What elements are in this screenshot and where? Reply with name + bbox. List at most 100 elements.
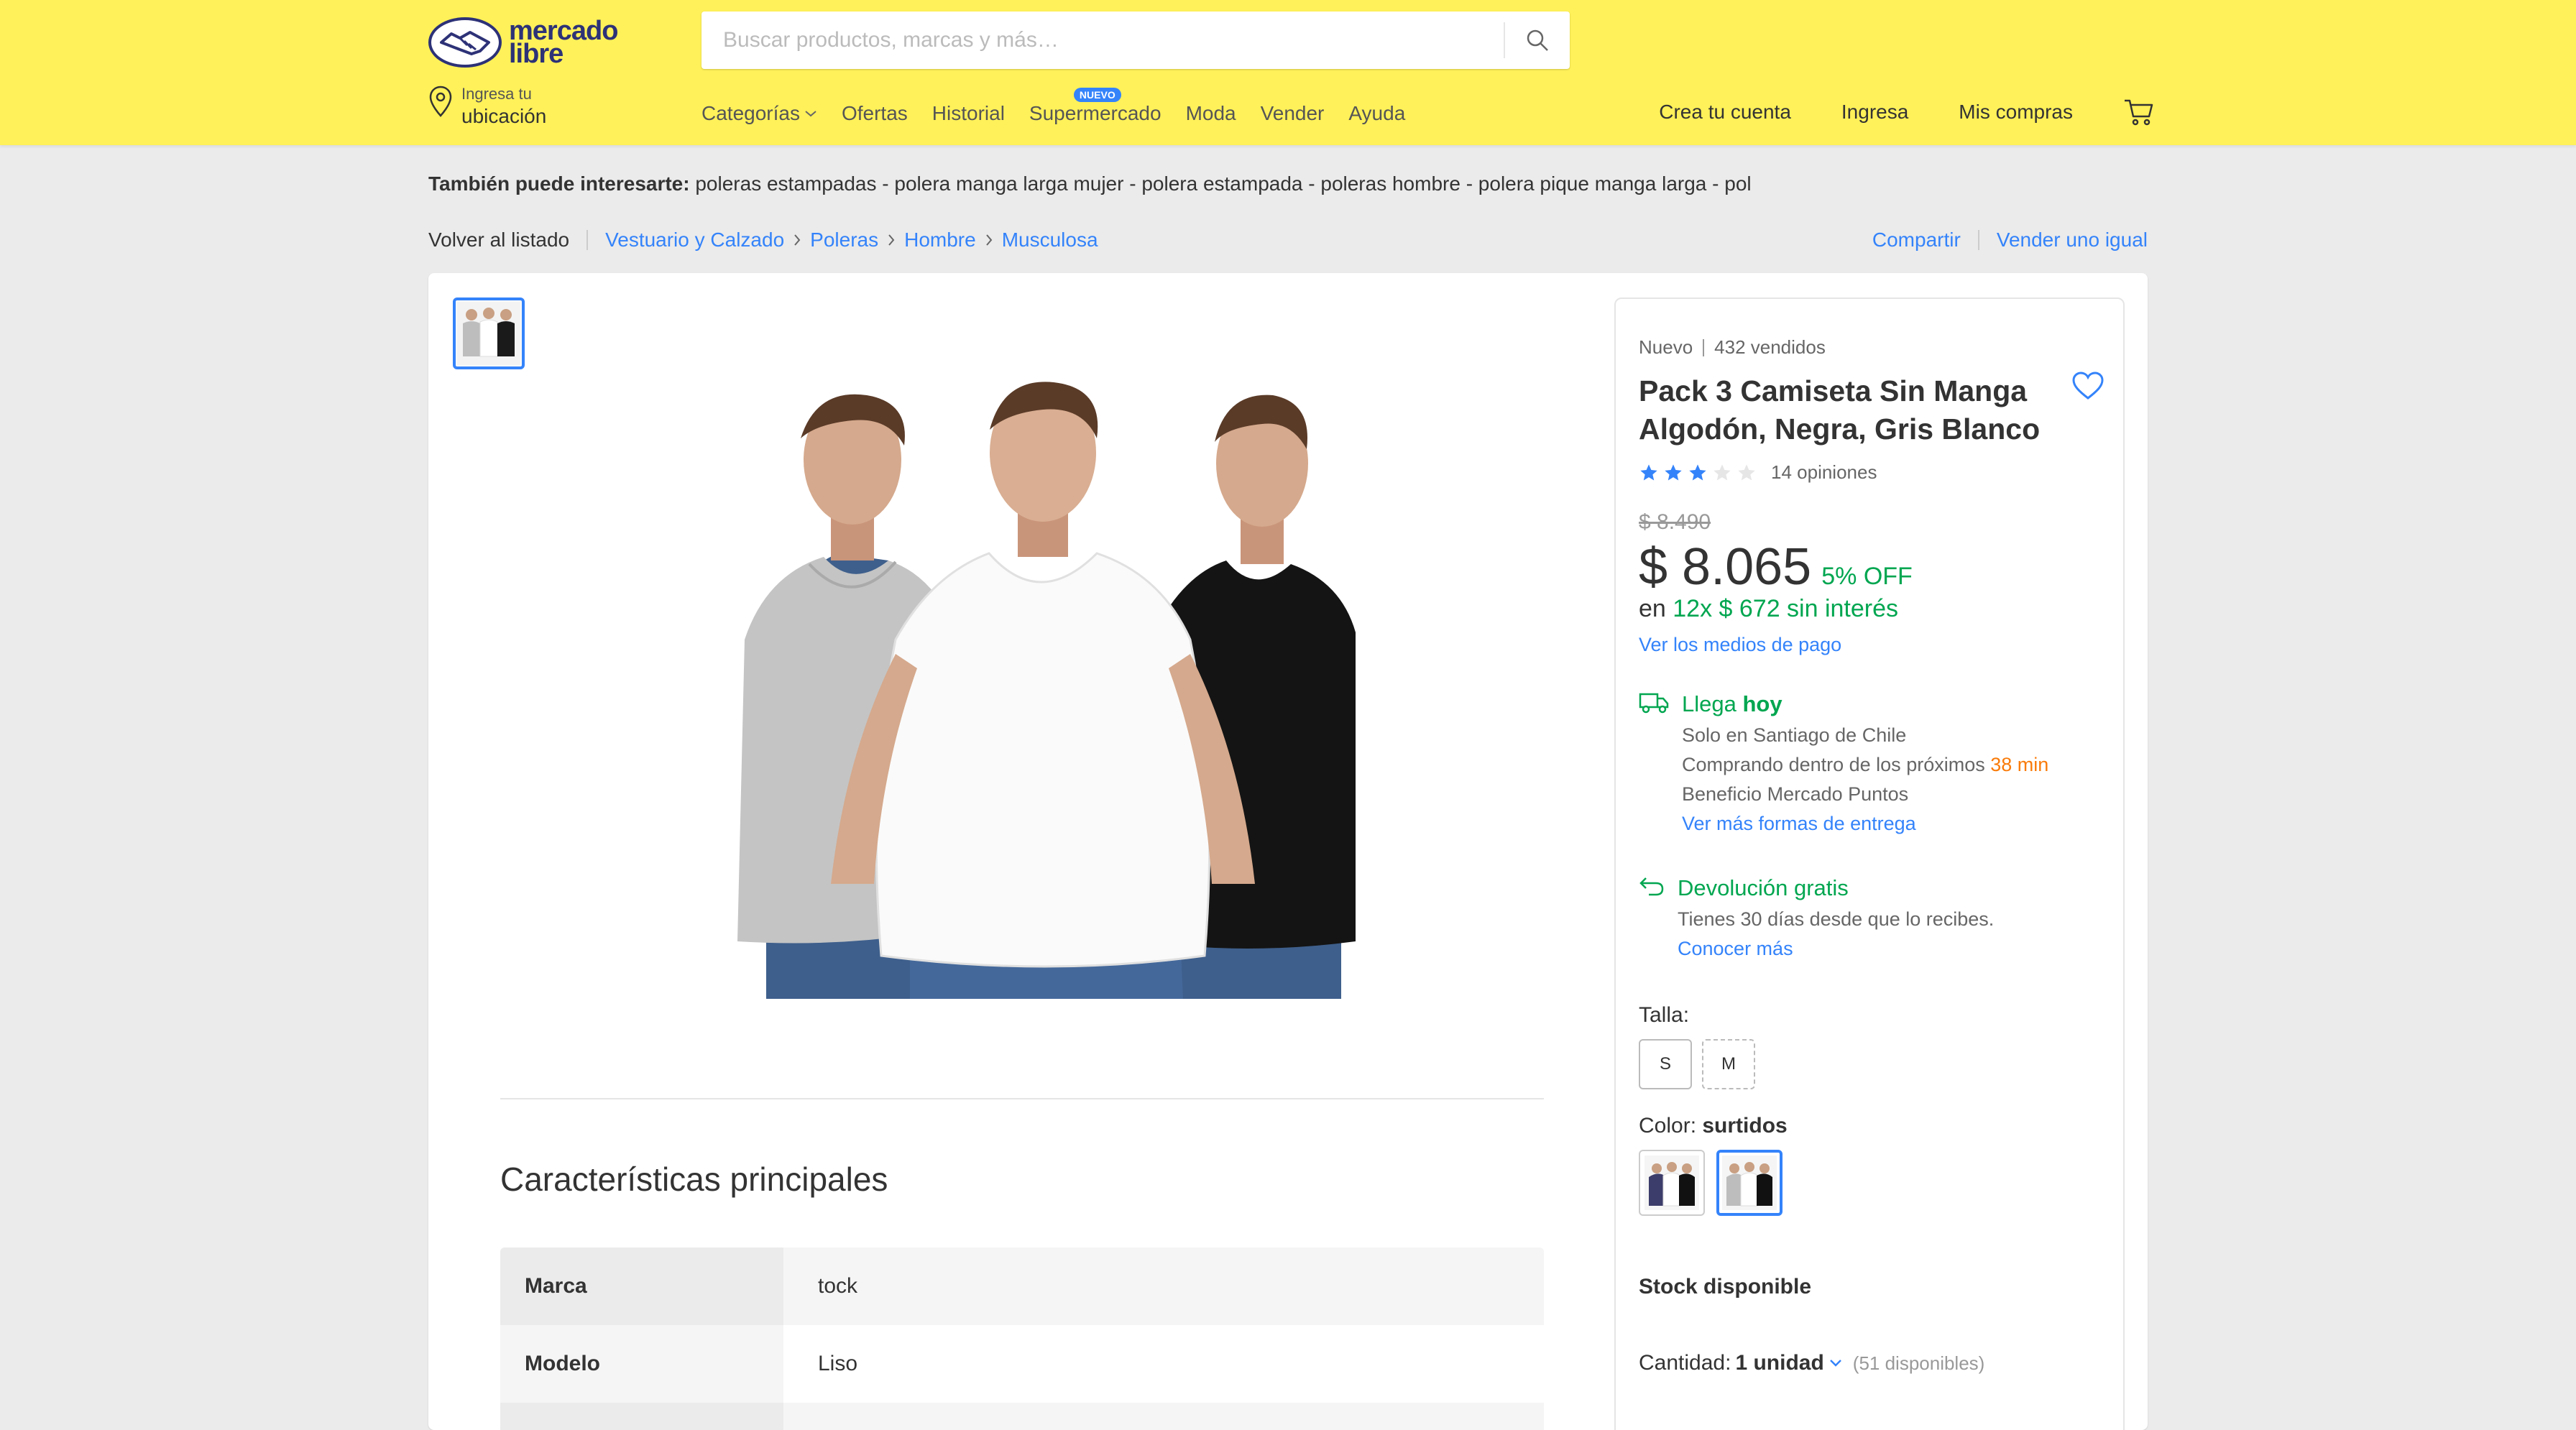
search-icon (1527, 29, 1548, 51)
breadcrumb-item[interactable]: Musculosa (1002, 229, 1098, 252)
color-value: surtidos (1702, 1114, 1788, 1138)
separator (1703, 338, 1705, 356)
more-delivery-options-link[interactable]: Ver más formas de entrega (1682, 813, 2048, 835)
quantity-label: Cantidad: (1639, 1351, 1731, 1375)
share-links: Compartir Vender uno igual (1872, 229, 2148, 252)
size-option-m[interactable]: M (1702, 1039, 1755, 1089)
star-filled-icon (1665, 463, 1682, 480)
nav-label: Vender (1260, 102, 1325, 124)
size-option-s[interactable]: S (1639, 1039, 1692, 1089)
my-purchases-link[interactable]: Mis compras (1959, 101, 2073, 124)
nav-label: Ayuda (1348, 102, 1406, 124)
color-label: Color: surtidos (1639, 1114, 1788, 1138)
star-empty-icon (1714, 463, 1731, 480)
returns-title: Devolución gratis (1678, 875, 1849, 900)
search-bar (702, 11, 1570, 69)
returns-learn-more-link[interactable]: Conocer más (1678, 938, 1994, 960)
product-condition: Nuevo 432 vendidos (1639, 336, 1826, 359)
create-account-link[interactable]: Crea tu cuenta (1659, 101, 1791, 124)
gallery-thumbnail[interactable] (453, 297, 525, 369)
chevron-right-icon (887, 234, 896, 246)
color-swatch[interactable] (1639, 1150, 1705, 1216)
chevron-right-icon (985, 234, 993, 246)
installments: en 12x $ 672 sin interés (1639, 595, 1898, 623)
sold-count: 432 vendidos (1714, 336, 1826, 358)
product-panel: Características principales Marca tock M… (428, 273, 2148, 1430)
price-row: $ 8.065 5% OFF (1639, 538, 1913, 596)
location-label: ubicación (461, 105, 547, 127)
handshake-icon (428, 17, 502, 68)
quantity-value: 1 unidad (1735, 1351, 1824, 1375)
nav-label: Historial (932, 102, 1005, 124)
cart-icon[interactable] (2123, 98, 2155, 126)
installments-prefix: en (1639, 595, 1673, 622)
shipping-info: Llega hoy Solo en Santiago de Chile Comp… (1639, 691, 2048, 835)
nav-label: Ofertas (841, 102, 908, 124)
return-arrow-icon (1639, 877, 1664, 896)
feature-key: Género (500, 1403, 783, 1430)
breadcrumb-item[interactable]: Vestuario y Calzado (605, 229, 784, 252)
location-selector[interactable]: Ingresa tu ubicación (428, 85, 546, 128)
nuevo-badge: NUEVO (1073, 88, 1121, 102)
back-to-list-link[interactable]: Volver al listado (428, 229, 569, 252)
rating-stars (1639, 463, 1757, 483)
star-filled-icon (1689, 463, 1706, 480)
location-hint: Ingresa tu (461, 85, 532, 103)
buy-box: Nuevo 432 vendidos Pack 3 Camiseta Sin M… (1614, 297, 2125, 1430)
stock-status: Stock disponible (1639, 1275, 1812, 1298)
shipping-deadline-prefix: Comprando dentro de los próximos (1682, 754, 1991, 775)
installments-value: 12x $ 672 sin interés (1673, 595, 1899, 622)
feature-value: tock (783, 1247, 1544, 1325)
star-filled-icon (1640, 463, 1657, 480)
features-title: Características principales (500, 1161, 888, 1198)
current-price: $ 8.065 (1639, 538, 1812, 596)
product-thumbnail-image (457, 302, 520, 365)
separator (1977, 230, 1979, 250)
mercadolibre-logo[interactable]: mercado libre (428, 13, 630, 72)
search-input[interactable] (702, 11, 1504, 69)
condition-label: Nuevo (1639, 336, 1693, 358)
nav-historial[interactable]: Historial (932, 102, 1005, 125)
shipping-region: Solo en Santiago de Chile (1682, 724, 1907, 746)
chevron-right-icon (793, 234, 801, 246)
nav-ayuda[interactable]: Ayuda (1348, 102, 1405, 125)
nav-moda[interactable]: Moda (1186, 102, 1236, 125)
payment-methods-link[interactable]: Ver los medios de pago (1639, 634, 1841, 656)
table-row: Género Hombre (500, 1403, 1544, 1430)
section-divider (500, 1098, 1544, 1099)
nav-ofertas[interactable]: Ofertas (842, 102, 908, 125)
separator (586, 230, 589, 250)
shipping-countdown: 38 min (1990, 754, 2049, 775)
product-main-image[interactable] (723, 381, 1363, 999)
sell-same-link[interactable]: Vender uno igual (1997, 229, 2148, 252)
location-pin-icon (429, 86, 452, 117)
nav-categorias[interactable]: Categorías (702, 102, 817, 125)
nav-vender[interactable]: Vender (1261, 102, 1325, 125)
truck-icon (1639, 693, 1669, 714)
heart-icon (2072, 372, 2104, 400)
main-nav: Categorías Ofertas Historial NUEVO Super… (702, 88, 1405, 125)
discount-badge: 5% OFF (1821, 563, 1913, 590)
nav-label: Moda (1185, 102, 1236, 124)
share-link[interactable]: Compartir (1872, 229, 1961, 252)
favorite-button[interactable] (2071, 371, 2104, 405)
breadcrumb-item[interactable]: Hombre (904, 229, 976, 252)
star-empty-icon (1738, 463, 1755, 480)
header: mercado libre Ingresa tu ubicación Categ… (0, 0, 2576, 145)
quantity-selector[interactable]: Cantidad: 1 unidad (51 disponibles) (1639, 1351, 1984, 1375)
related-searches-items[interactable]: poleras estampadas - polera manga larga … (690, 172, 1751, 195)
size-options: S M (1639, 1039, 1755, 1089)
login-link[interactable]: Ingresa (1841, 101, 1908, 124)
color-swatch-selected[interactable] (1716, 1150, 1782, 1216)
chevron-down-icon (1829, 1360, 1841, 1367)
size-label: Talla: (1639, 1003, 1690, 1027)
user-nav: Crea tu cuenta Ingresa Mis compras (1659, 98, 2155, 126)
table-row: Modelo Liso (500, 1325, 1544, 1403)
shipping-benefit: Beneficio Mercado Puntos (1682, 783, 1909, 805)
breadcrumb-item[interactable]: Poleras (810, 229, 878, 252)
features-table: Marca tock Modelo Liso Género Hombre (500, 1247, 1544, 1430)
rating[interactable]: 14 opiniones (1639, 461, 1877, 484)
logo-text: mercado libre (509, 15, 618, 69)
nav-supermercado[interactable]: NUEVO Supermercado (1029, 88, 1162, 125)
search-button[interactable] (1505, 11, 1570, 69)
